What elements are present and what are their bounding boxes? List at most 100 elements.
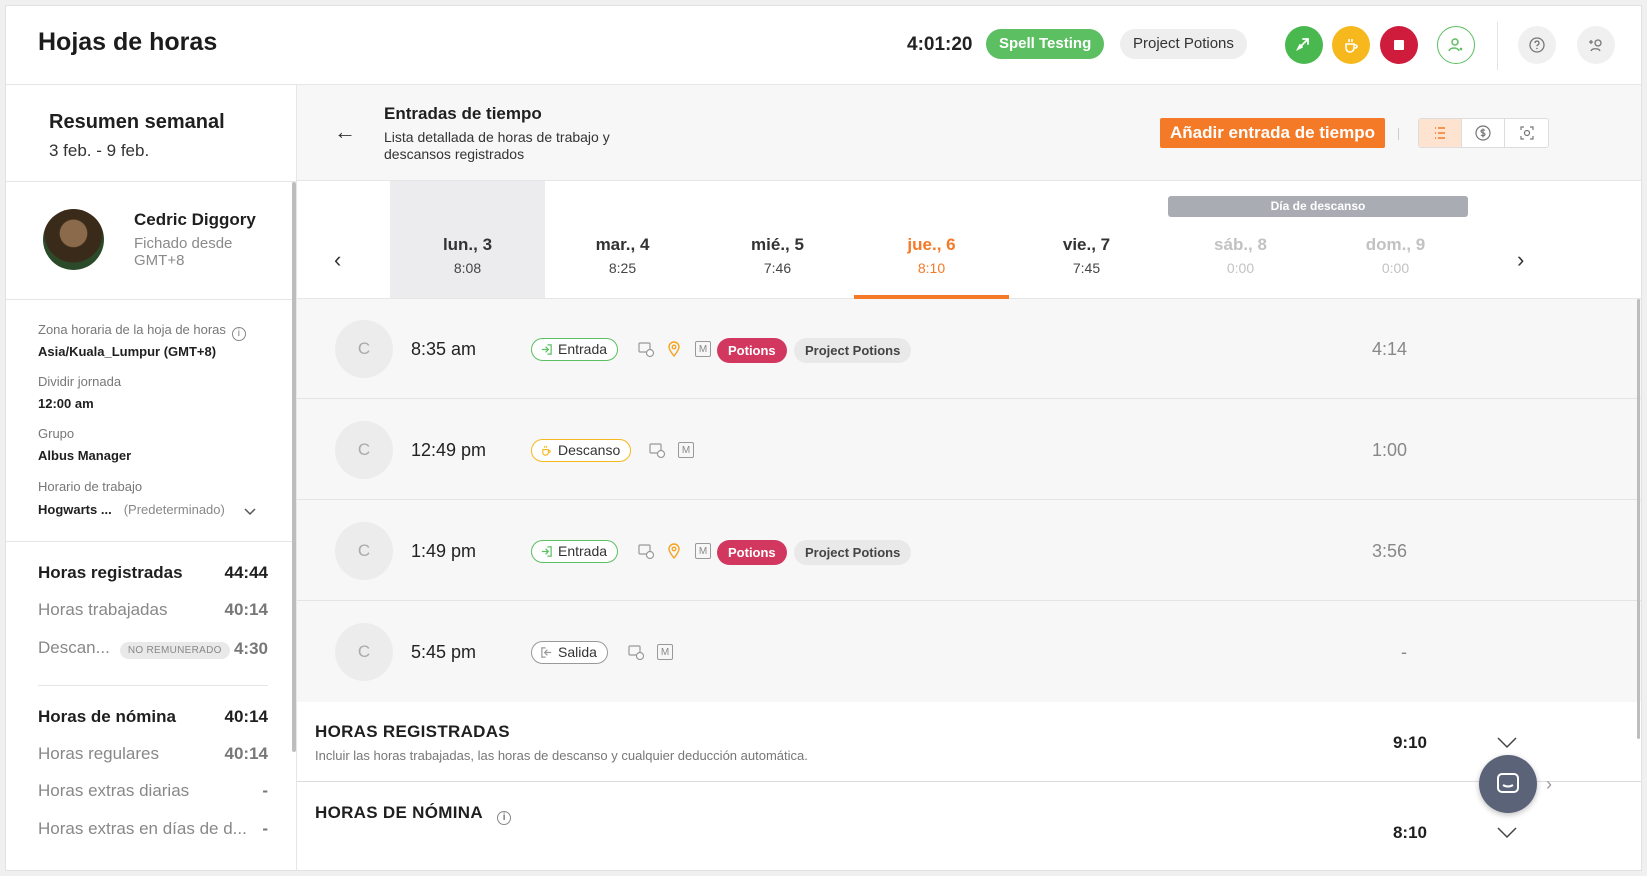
user-clocked-from: Fichado desde GMT+8 — [134, 235, 233, 269]
group-label: Grupo — [38, 426, 75, 441]
entry-time: 5:45 pm — [411, 642, 477, 662]
chat-button[interactable] — [1479, 755, 1537, 813]
schedule-label: Horario de trabajo — [38, 479, 143, 494]
device-icon — [648, 441, 666, 459]
activity-tag: Potions — [717, 338, 787, 363]
stat-label: Horas extras en días de d... — [38, 819, 247, 838]
entry-time: 8:35 am — [411, 339, 477, 359]
day-name: dom., 9 — [1365, 235, 1426, 254]
divider — [1398, 128, 1399, 140]
stop-icon — [1394, 40, 1404, 50]
stat-value: 44:44 — [224, 563, 268, 582]
chat-icon — [1497, 773, 1519, 793]
settings-button[interactable] — [1577, 26, 1615, 64]
section-title: HORAS DE NÓMINA i — [315, 803, 512, 825]
schedule-default: (Predeterminado) — [123, 502, 225, 517]
dollar-icon — [1475, 125, 1491, 141]
list-view-button[interactable] — [1419, 119, 1462, 147]
break-tag: Descanso — [531, 439, 632, 462]
manual-entry-icon: M — [678, 442, 694, 458]
schedule-select[interactable]: Hogwarts ... (Predeterminado) — [38, 502, 225, 517]
pay-view-button[interactable] — [1462, 119, 1505, 147]
add-time-entry-button[interactable]: Añadir entrada de tiempo — [1160, 118, 1385, 148]
break-button[interactable] — [1332, 26, 1370, 64]
stat-value: 4:30 — [233, 638, 268, 658]
clock-in-icon — [541, 344, 552, 355]
day-selector: ‹ lun., 3 8:08 mar., 4 8:25 mié., 5 7:46… — [297, 181, 1641, 299]
day-hours: 8:25 — [608, 260, 637, 276]
time-entries-list: C 8:35 am Entrada M Potions Project Poti… — [297, 299, 1641, 702]
help-button[interactable] — [1518, 26, 1556, 64]
location-icon[interactable] — [665, 340, 683, 358]
stat-worked-hours: Horas trabajadas 40:14 — [38, 600, 268, 620]
activity-tag: Potions — [717, 540, 787, 565]
project-tag: Project Potions — [794, 338, 912, 363]
activity-pill[interactable]: Spell Testing — [986, 29, 1105, 59]
avatar — [43, 209, 104, 270]
device-icon — [627, 643, 645, 661]
split-day-value: 12:00 am — [38, 396, 94, 411]
time-entry-row[interactable]: C 1:49 pm Entrada M Potions Project Poti… — [297, 501, 1641, 601]
stat-regular-hours: Horas regulares 40:14 — [38, 744, 268, 764]
stat-label: Horas registradas — [38, 563, 183, 582]
day-tab-today[interactable]: jue., 6 8:10 — [854, 181, 1009, 299]
chevron-down-icon[interactable] — [1497, 737, 1517, 749]
chevron-down-icon[interactable] — [1497, 827, 1517, 839]
time-entry-row[interactable]: C 5:45 pm Salida M - — [297, 602, 1641, 702]
day-name: sáb., 8 — [1214, 235, 1267, 254]
location-icon[interactable] — [665, 542, 683, 560]
time-entries-title: Entradas de tiempo — [384, 104, 542, 123]
chevron-left-icon[interactable]: ‹ — [334, 247, 341, 273]
timezone-value: Asia/Kuala_Lumpur (GMT+8) — [38, 344, 217, 359]
chevron-right-icon[interactable]: › — [1517, 247, 1524, 273]
stat-payroll-hours: Horas de nómina 40:14 — [38, 707, 268, 727]
user-settings-icon — [1589, 39, 1602, 52]
screenshot-view-button[interactable] — [1505, 119, 1548, 147]
entry-avatar: C — [335, 320, 393, 378]
timezone-label-text: Zona horaria de la hoja de horas — [38, 322, 226, 337]
day-tab[interactable]: mar., 4 8:25 — [545, 181, 700, 298]
day-tab[interactable]: lun., 3 8:08 — [390, 181, 545, 298]
chevron-down-icon[interactable] — [244, 508, 256, 516]
entry-duration: 4:14 — [1371, 339, 1407, 359]
chevron-right-icon[interactable]: › — [1546, 774, 1552, 795]
back-arrow-icon[interactable]: ← — [334, 119, 356, 145]
stat-value: - — [262, 781, 268, 800]
entry-type: Entrada — [558, 543, 608, 559]
entry-duration: - — [1401, 642, 1407, 662]
time-entry-row[interactable]: C 12:49 pm Descanso M 1:00 — [297, 400, 1641, 500]
entry-avatar: C — [335, 623, 393, 681]
stat-label: Horas extras diarias — [38, 781, 190, 800]
day-name: jue., 6 — [907, 235, 956, 254]
time-entry-row[interactable]: C 8:35 am Entrada M Potions Project Poti… — [297, 299, 1641, 399]
info-icon[interactable]: i — [231, 327, 246, 341]
entry-type: Entrada — [558, 341, 608, 357]
project-tag: Project Potions — [794, 540, 912, 565]
stat-value: 40:14 — [224, 600, 268, 619]
day-hours: 8:08 — [453, 260, 482, 276]
day-tab[interactable]: mié., 5 7:46 — [700, 181, 855, 298]
user-icon — [1448, 38, 1463, 52]
project-pill[interactable]: Project Potions — [1120, 29, 1247, 59]
entry-time: 12:49 pm — [411, 440, 487, 460]
left-scrollbar[interactable] — [292, 182, 296, 752]
screenshot-icon — [1519, 126, 1534, 140]
stat-value: 40:14 — [224, 707, 268, 726]
device-icon — [637, 542, 655, 560]
section-title-text: HORAS DE NÓMINA — [315, 803, 483, 822]
user-clock-button[interactable] — [1437, 26, 1475, 64]
info-icon[interactable]: i — [497, 811, 512, 825]
divider — [38, 685, 268, 686]
payroll-hours-section[interactable]: HORAS DE NÓMINA i 8:10 — [297, 783, 1641, 870]
page-title: Hojas de horas — [38, 28, 218, 56]
unpaid-badge: NO REMUNERADO — [119, 642, 230, 659]
switch-activity-button[interactable] — [1285, 26, 1323, 64]
tracked-hours-section[interactable]: HORAS REGISTRADAS Incluir las horas trab… — [297, 702, 1641, 782]
clock-out-tag: Salida — [531, 641, 608, 664]
day-hours: 7:46 — [763, 260, 792, 276]
main-scrollbar[interactable] — [1637, 299, 1640, 739]
entry-duration: 3:56 — [1371, 541, 1407, 561]
clock-out-icon — [541, 647, 552, 658]
stop-button[interactable] — [1380, 26, 1418, 64]
day-tab[interactable]: vie., 7 7:45 — [1009, 181, 1164, 298]
